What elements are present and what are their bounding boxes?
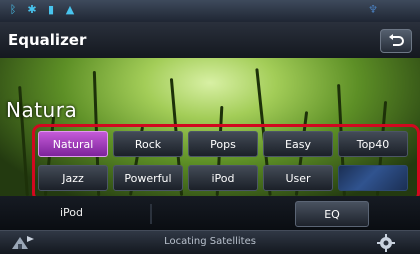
preset-user-button[interactable]: User: [263, 165, 333, 191]
preset-top40-button[interactable]: Top40: [338, 131, 408, 157]
bottom-bar: Locating Satellites: [0, 230, 420, 254]
current-preset-name: Natura: [6, 98, 78, 122]
source-row: iPod EQ: [0, 196, 420, 230]
preset-easy-button[interactable]: Easy: [263, 131, 333, 157]
empty-preset-slot: [338, 165, 408, 191]
status-icons: ᛒ ✱ ▮ ▲: [8, 4, 75, 16]
eq-button[interactable]: EQ: [295, 201, 369, 227]
preset-ipod-button[interactable]: iPod: [188, 165, 258, 191]
settings-icon: ✱: [27, 3, 37, 16]
page-title: Equalizer: [8, 31, 87, 49]
gear-icon: [377, 234, 395, 252]
preset-rock-button[interactable]: Rock: [113, 131, 183, 157]
status-bar: ᛒ ✱ ▮ ▲ ♆: [0, 0, 420, 22]
bluetooth-icon: ᛒ: [9, 3, 17, 16]
warning-icon: ▲: [65, 3, 75, 16]
divider: [150, 204, 152, 224]
preset-pops-button[interactable]: Pops: [188, 131, 258, 157]
equalizer-screen: ᛒ ✱ ▮ ▲ ♆ Equalizer Natura Natural Rock …: [0, 0, 420, 254]
gps-status-text: Locating Satellites: [164, 236, 256, 247]
status-right: ♆: [368, 4, 412, 16]
battery-icon: ▮: [47, 3, 55, 16]
setup-button[interactable]: [376, 233, 412, 253]
eq-preset-grid: Natural Rock Pops Easy Top40 Jazz Powerf…: [38, 131, 412, 192]
back-button[interactable]: [380, 29, 412, 53]
clock: [388, 4, 412, 16]
title-bar: Equalizer: [0, 22, 420, 59]
preset-powerful-button[interactable]: Powerful: [113, 165, 183, 191]
preset-natural-button[interactable]: Natural: [38, 131, 108, 157]
preset-jazz-button[interactable]: Jazz: [38, 165, 108, 191]
antenna-icon: ♆: [368, 3, 378, 16]
source-label: iPod: [60, 206, 84, 219]
return-arrow-icon: [389, 34, 404, 46]
